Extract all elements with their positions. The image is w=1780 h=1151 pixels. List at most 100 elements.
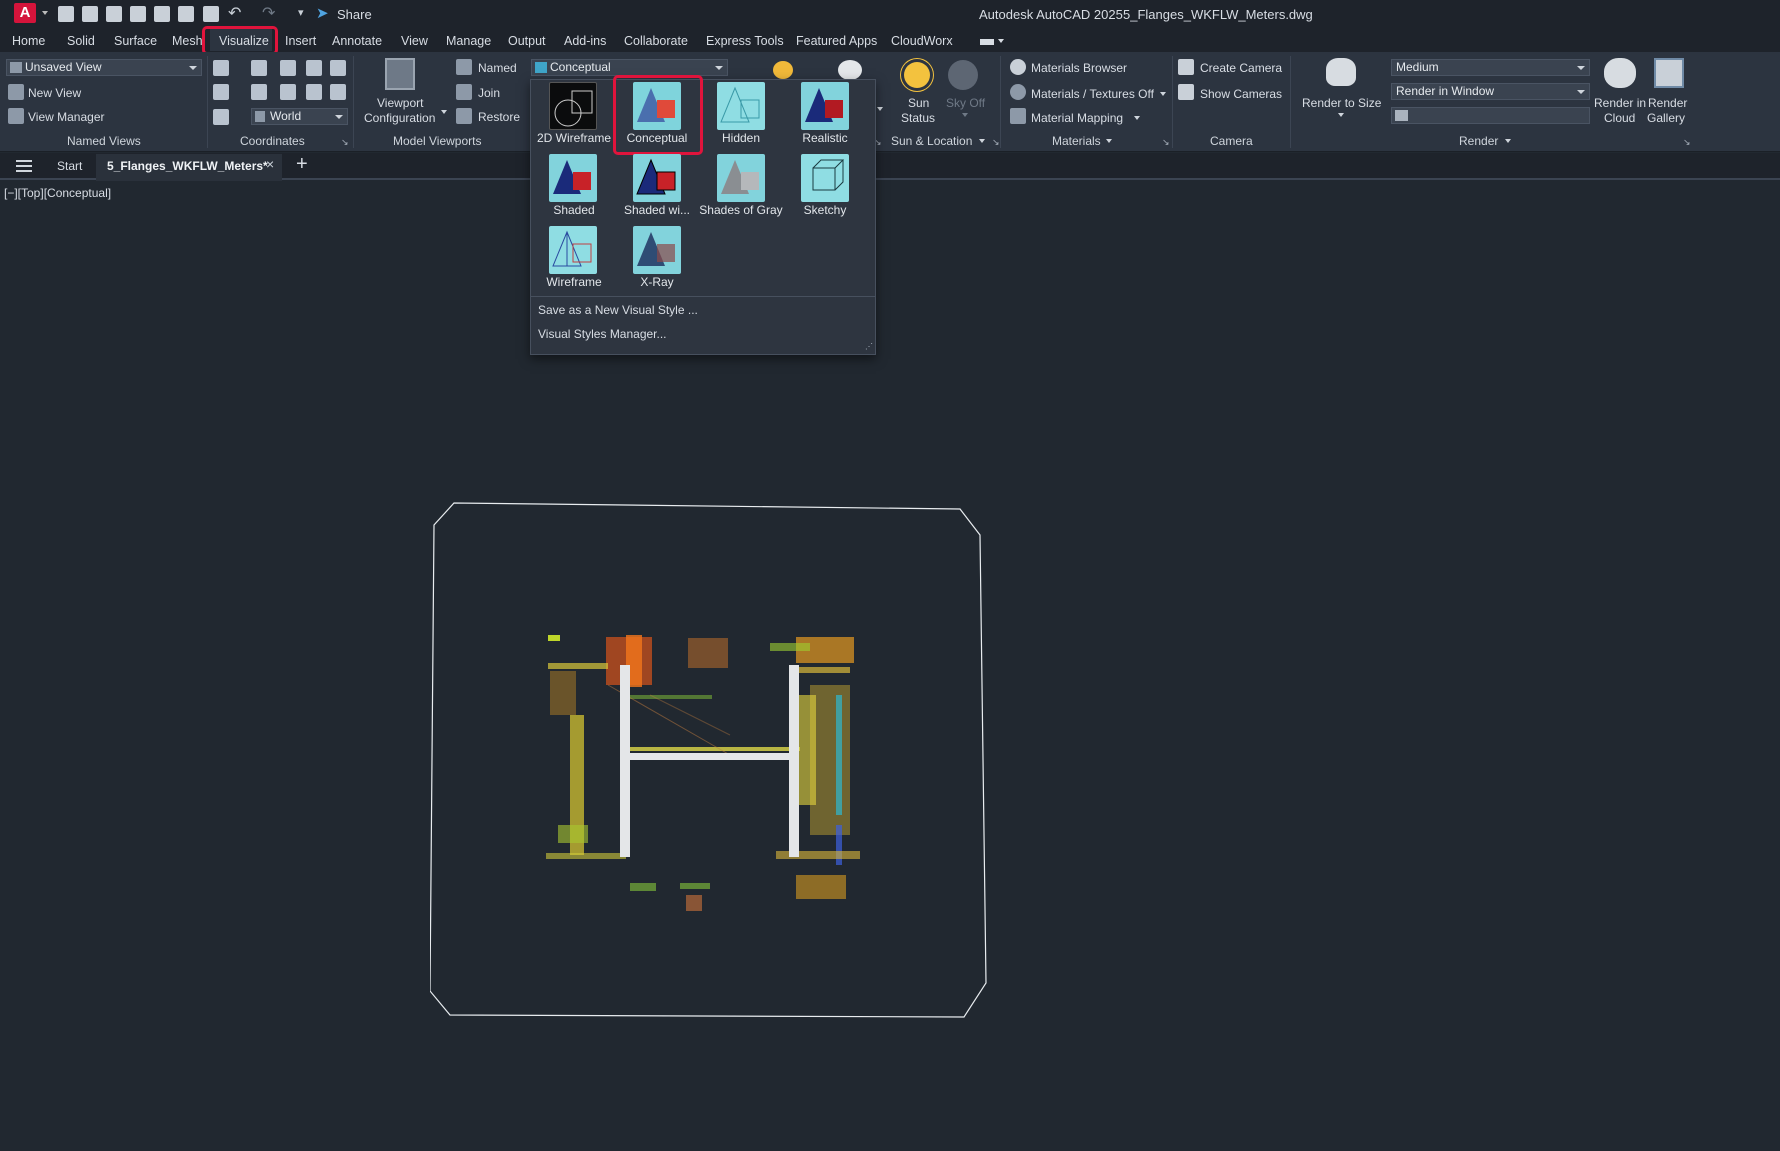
share-icon[interactable]: ➤ [316, 4, 329, 22]
style-sketchy-icon[interactable] [801, 154, 849, 202]
undo-icon[interactable]: ↶ [228, 3, 241, 23]
tab-express-tools[interactable]: Express Tools [706, 34, 784, 48]
tab-featured-apps[interactable]: Featured Apps [796, 34, 877, 48]
ucs-origin-icon[interactable] [306, 60, 322, 76]
chevron-down-icon[interactable] [1505, 139, 1511, 143]
style-x-ray[interactable]: X-Ray [614, 275, 700, 289]
panel-dialog-launcher-icon[interactable]: ↘ [992, 137, 1000, 148]
ucs-y-icon[interactable] [280, 84, 296, 100]
style-hidden[interactable]: Hidden [698, 131, 784, 145]
chevron-down-icon[interactable] [441, 110, 447, 114]
tab-mesh[interactable]: Mesh [172, 34, 203, 48]
ribbon-display-arrow-icon[interactable] [998, 39, 1004, 43]
chevron-down-icon[interactable] [1160, 92, 1166, 96]
materials-browser-button[interactable]: Materials Browser [1031, 61, 1127, 75]
chevron-down-icon[interactable] [1106, 139, 1112, 143]
join-viewports-button[interactable]: Join [478, 86, 500, 100]
style-shades-of-gray[interactable]: Shades of Gray [698, 203, 784, 217]
customize-qat-icon[interactable]: ▾ [298, 6, 304, 19]
new-view-button[interactable]: New View [28, 86, 81, 100]
render-quality-combo[interactable]: Medium [1391, 59, 1590, 76]
style-shaded[interactable]: Shaded [531, 203, 617, 217]
tab-manage[interactable]: Manage [446, 34, 491, 48]
create-camera-button[interactable]: Create Camera [1200, 61, 1282, 75]
render-gallery-button[interactable]: Render [1648, 96, 1687, 110]
viewport-configuration-button[interactable]: Viewport [377, 96, 423, 110]
ucs-world-icon[interactable] [251, 60, 267, 76]
tab-cloudworx[interactable]: CloudWorx [891, 34, 953, 48]
ucs-z-icon[interactable] [306, 84, 322, 100]
style-2d-wireframe-icon[interactable] [549, 82, 597, 130]
new-tab-plus-icon[interactable]: + [296, 153, 308, 176]
new-file-icon[interactable] [58, 6, 74, 22]
chevron-down-icon[interactable] [962, 113, 968, 117]
coordinates-combo[interactable]: World [251, 108, 348, 125]
visual-styles-manager[interactable]: Visual Styles Manager... [538, 327, 667, 341]
style-wireframe[interactable]: Wireframe [531, 275, 617, 289]
print-icon[interactable] [203, 6, 219, 22]
viewport-controls-label[interactable]: [−][Top][Conceptual] [4, 186, 111, 200]
render-in-cloud-button[interactable]: Render in [1594, 96, 1646, 110]
ucs-x-icon[interactable] [251, 84, 267, 100]
ribbon-display-toggle-icon[interactable] [980, 39, 994, 45]
material-mapping-button[interactable]: Material Mapping [1031, 111, 1123, 125]
ucs-previous-icon[interactable] [280, 60, 296, 76]
visual-style-combo[interactable]: Conceptual [531, 59, 728, 76]
export-icon[interactable] [178, 6, 194, 22]
ucs-named-icon[interactable] [213, 109, 229, 125]
close-tab-icon[interactable]: × [266, 156, 274, 172]
style-shades-of-gray-icon[interactable] [717, 154, 765, 202]
style-shaded-with-edges[interactable]: Shaded wi... [614, 203, 700, 217]
materials-textures-button[interactable]: Materials / Textures Off [1031, 87, 1154, 101]
style-realistic[interactable]: Realistic [782, 131, 868, 145]
publish-icon[interactable] [154, 6, 170, 22]
tab-insert[interactable]: Insert [285, 34, 316, 48]
ucs-icon[interactable] [213, 60, 229, 76]
tab-active-drawing[interactable]: 5_Flanges_WKFLW_Meters* [107, 159, 268, 173]
tab-view[interactable]: View [401, 34, 428, 48]
ucs-3point-icon[interactable] [330, 84, 346, 100]
ucs-object-icon[interactable] [330, 60, 346, 76]
tab-start[interactable]: Start [57, 159, 82, 173]
app-menu-arrow-icon[interactable] [42, 11, 48, 15]
sky-off-button[interactable]: Sky Off [946, 96, 985, 110]
resize-grip-icon[interactable]: ⋰ [865, 342, 873, 351]
chevron-down-icon[interactable] [979, 139, 985, 143]
named-viewports-button[interactable]: Named [478, 61, 517, 75]
autocad-logo[interactable]: A [14, 3, 36, 23]
save-icon[interactable] [106, 6, 122, 22]
tab-solid[interactable]: Solid [67, 34, 95, 48]
show-cameras-button[interactable]: Show Cameras [1200, 87, 1282, 101]
tab-surface[interactable]: Surface [114, 34, 157, 48]
style-sketchy[interactable]: Sketchy [782, 203, 868, 217]
light-sun-icon[interactable] [773, 61, 793, 79]
chevron-down-icon[interactable] [877, 107, 883, 111]
share-button[interactable]: Share [337, 7, 372, 22]
style-realistic-icon[interactable] [801, 82, 849, 130]
style-wireframe-icon[interactable] [549, 226, 597, 274]
redo-icon[interactable]: ↷ [262, 3, 275, 23]
save-as-icon[interactable] [130, 6, 146, 22]
tab-home[interactable]: Home [12, 34, 45, 48]
sun-status-button[interactable]: Sun [908, 96, 929, 110]
style-shaded-icon[interactable] [549, 154, 597, 202]
tab-annotate[interactable]: Annotate [332, 34, 382, 48]
panel-dialog-launcher-icon[interactable]: ↘ [1683, 137, 1691, 148]
tab-collaborate[interactable]: Collaborate [624, 34, 688, 48]
panel-dialog-launcher-icon[interactable]: ↘ [341, 137, 349, 148]
style-hidden-icon[interactable] [717, 82, 765, 130]
panel-dialog-launcher-icon[interactable]: ↘ [1162, 137, 1170, 148]
chevron-down-icon[interactable] [1338, 113, 1344, 117]
drawing-canvas[interactable] [430, 495, 990, 1035]
restore-viewports-button[interactable]: Restore [478, 110, 520, 124]
tab-output[interactable]: Output [508, 34, 546, 48]
save-as-new-visual-style[interactable]: Save as a New Visual Style ... [538, 303, 698, 317]
render-output-combo[interactable]: Render in Window [1391, 83, 1590, 100]
style-2d-wireframe[interactable]: 2D Wireframe [531, 131, 617, 145]
chevron-down-icon[interactable] [1134, 116, 1140, 120]
open-file-icon[interactable] [82, 6, 98, 22]
named-view-combo[interactable]: Unsaved View [6, 59, 202, 76]
view-manager-button[interactable]: View Manager [28, 110, 105, 124]
light-bulb-icon[interactable] [838, 60, 862, 80]
style-shaded-with-edges-icon[interactable] [633, 154, 681, 202]
